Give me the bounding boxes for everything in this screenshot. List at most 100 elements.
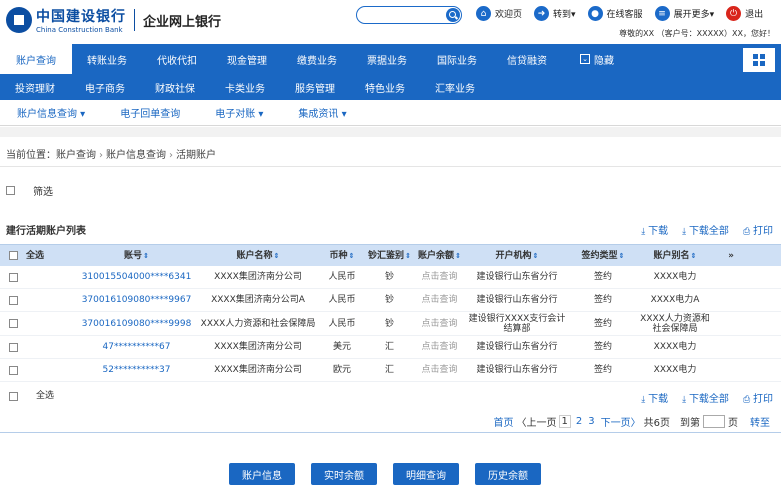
subnav-info[interactable]: 集成资讯 ▾ (298, 105, 346, 120)
header-balance[interactable]: 账户余额⇕ (412, 251, 467, 261)
nav-collect-pay[interactable]: 代收代扣 (142, 44, 212, 74)
nav-fee-payment[interactable]: 缴费业务 (282, 44, 352, 74)
nav-account-query[interactable]: 账户查询 (0, 44, 72, 74)
goto-link[interactable]: ➜ 转到▾ (534, 6, 576, 21)
first-page-link[interactable]: 首页 (494, 414, 514, 429)
download-all-button[interactable]: 下载全部 (682, 222, 729, 237)
logout-link[interactable]: ⏻ 退出 (726, 6, 763, 21)
subnav-account-info[interactable]: 账户信息查询 ▾ (17, 105, 85, 120)
realtime-balance-button[interactable]: 实时余额 (311, 463, 377, 485)
search-input[interactable] (356, 6, 462, 24)
breadcrumb-item[interactable]: 账户信息查询 (106, 150, 166, 161)
balance-query-link[interactable]: 点击查询 (412, 295, 467, 305)
nav-international[interactable]: 国际业务 (422, 44, 492, 74)
header-branch[interactable]: 开户机构⇕ (467, 251, 567, 261)
nav-service[interactable]: 服务管理 (280, 74, 350, 100)
account-number[interactable]: 47**********67 (74, 342, 199, 352)
header-select-all: 全选 (26, 250, 45, 261)
page-3-link[interactable]: 3 (588, 416, 594, 427)
table-row: 310015504000****6341 XXXX集团济南分公司 人民币 钞 点… (0, 266, 781, 289)
online-service-link[interactable]: ● 在线客服 (587, 6, 643, 21)
account-info-button[interactable]: 账户信息 (229, 463, 295, 485)
ccb-logo-icon (6, 7, 32, 33)
bottom-actions: 下载 下载全部 打印 (627, 390, 773, 405)
subnav-reconcile[interactable]: 电子对账 ▾ (215, 105, 263, 120)
nav-transfer[interactable]: 转账业务 (72, 44, 142, 74)
nav-hide[interactable]: ⌄ 隐藏 (562, 44, 632, 74)
subnav-receipt[interactable]: 电子回单查询 (120, 105, 180, 120)
row-checkbox[interactable] (8, 295, 18, 305)
header-currency[interactable]: 币种⇕ (317, 251, 367, 261)
page-2-link[interactable]: 2 (576, 416, 582, 427)
chevron-right-icon: › (99, 150, 103, 161)
row-checkbox[interactable] (8, 272, 18, 282)
account-number[interactable]: 370016109080****9998 (74, 319, 199, 329)
grid-menu-button[interactable] (743, 48, 775, 72)
detail-query-button[interactable]: 明细查询 (393, 463, 459, 485)
nav-special[interactable]: 特色业务 (350, 74, 420, 100)
header-sign-type[interactable]: 签约类型⇕ (567, 251, 639, 261)
power-icon: ⏻ (726, 6, 742, 21)
menu-icon: ≡ (654, 6, 670, 21)
breadcrumb-item[interactable]: 账户查询 (56, 150, 96, 161)
download-button[interactable]: 下载 (641, 390, 668, 405)
chevron-down-icon: ⌄ (580, 54, 590, 64)
expand-more-link[interactable]: ≡ 展开更多▾ (654, 6, 714, 21)
download-all-button[interactable]: 下载全部 (682, 390, 729, 405)
arrow-right-icon: ➜ (534, 6, 550, 21)
goto-prefix: 到第 (680, 418, 700, 429)
goto-button[interactable]: 转至 (750, 414, 770, 429)
search-icon[interactable] (446, 8, 460, 22)
logo-divider (134, 9, 135, 31)
next-page-link[interactable]: 下一页〉 (601, 414, 641, 429)
balance-query-link[interactable]: 点击查询 (412, 342, 467, 352)
history-balance-button[interactable]: 历史余额 (475, 463, 541, 485)
nav-cash-mgmt[interactable]: 现金管理 (212, 44, 282, 74)
prev-page-link[interactable]: 〈上一页 (517, 414, 557, 429)
balance-query-link[interactable]: 点击查询 (412, 319, 467, 329)
row-checkbox[interactable] (8, 319, 18, 328)
home-link[interactable]: ⌂ 欢迎页 (476, 6, 522, 21)
account-number[interactable]: 310015504000****6341 (74, 272, 199, 282)
total-pages: 共6页 (643, 418, 670, 429)
home-icon: ⌂ (476, 6, 491, 21)
account-table: 全选 账号⇕ 账户名称⇕ 币种⇕ 钞汇鉴别⇕ 账户余额⇕ 开户机构⇕ 签约类型⇕… (0, 244, 781, 382)
top-actions: 下载 下载全部 打印 (627, 222, 773, 237)
nav-bills[interactable]: 票据业务 (352, 44, 422, 74)
filter-toggle[interactable]: 筛选 (6, 183, 53, 198)
header-cash-type[interactable]: 钞汇鉴别⇕ (367, 251, 412, 261)
balance-query-link[interactable]: 点击查询 (412, 365, 467, 375)
nav-finance-social[interactable]: 财政社保 (140, 74, 210, 100)
header-alias[interactable]: 账户别名⇕ (639, 251, 711, 261)
print-button[interactable]: 打印 (743, 390, 773, 405)
row-checkbox[interactable] (8, 342, 18, 352)
footer-select-all-label: 全选 (36, 391, 55, 401)
table-row: 370016109080****9998 XXXX人力资源和社会保障局 人民币 … (0, 312, 781, 336)
filter-checkbox[interactable] (6, 186, 15, 195)
account-number[interactable]: 370016109080****9967 (74, 295, 199, 305)
nav-ecommerce[interactable]: 电子商务 (70, 74, 140, 100)
expand-columns-button[interactable]: » (711, 251, 751, 261)
nav-credit[interactable]: 信贷融资 (492, 44, 562, 74)
nav-card[interactable]: 卡类业务 (210, 74, 280, 100)
nav-invest[interactable]: 投资理财 (0, 74, 70, 100)
download-button[interactable]: 下载 (641, 222, 668, 237)
header-name[interactable]: 账户名称⇕ (199, 251, 317, 261)
bank-logo: 中国建设银行 China Construction Bank 企业网上银行 (6, 6, 221, 34)
balance-query-link[interactable]: 点击查询 (412, 272, 467, 282)
header-account[interactable]: 账号⇕ (74, 251, 199, 261)
divider (0, 432, 781, 433)
nav-exchange[interactable]: 汇率业务 (420, 74, 490, 100)
table-header: 全选 账号⇕ 账户名称⇕ 币种⇕ 钞汇鉴别⇕ 账户余额⇕ 开户机构⇕ 签约类型⇕… (0, 244, 781, 266)
bottom-buttons: 账户信息 实时余额 明细查询 历史余额 (229, 463, 557, 485)
footer-select-all-checkbox[interactable] (8, 391, 18, 401)
goto-suffix: 页 (728, 418, 738, 429)
account-number[interactable]: 52**********37 (74, 365, 199, 375)
row-checkbox[interactable] (8, 365, 18, 375)
select-all-checkbox[interactable] (8, 251, 18, 260)
print-button[interactable]: 打印 (743, 222, 773, 237)
goto-page-input[interactable] (703, 415, 725, 428)
site-title: 企业网上银行 (143, 14, 222, 30)
table-row: 47**********67 XXXX集团济南分公司 美元 汇 点击查询 建设银… (0, 336, 781, 359)
divider (0, 166, 781, 167)
